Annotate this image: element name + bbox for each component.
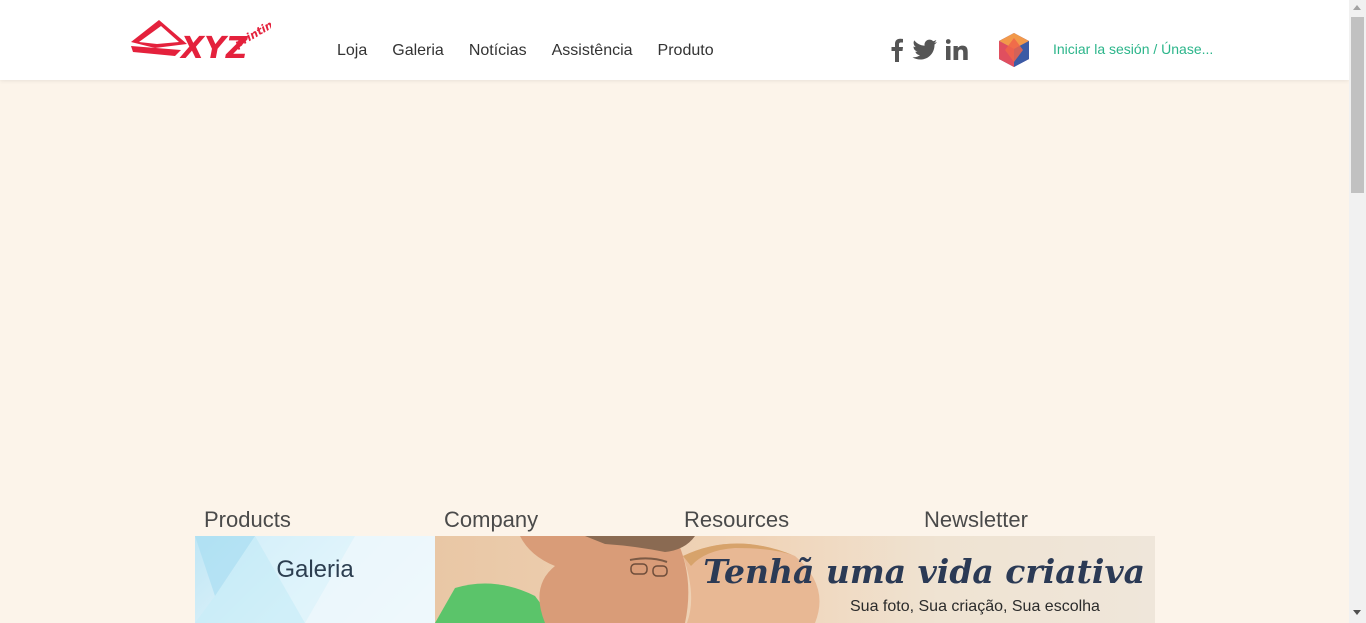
nav-item-noticias[interactable]: Notícias: [469, 42, 527, 60]
section-heading-resources: Resources: [684, 507, 790, 532]
twitter-icon[interactable]: [912, 38, 938, 62]
gallery-banner-title: Galeria: [276, 556, 354, 583]
nav-item-galeria[interactable]: Galeria: [392, 42, 444, 60]
scroll-down-arrow-icon[interactable]: [1353, 610, 1361, 615]
section-heading-newsletter: Newsletter: [924, 507, 1028, 532]
vertical-scrollbar[interactable]: [1349, 0, 1366, 623]
scroll-up-arrow-icon[interactable]: [1353, 5, 1361, 10]
section-heading-company: Company: [444, 507, 539, 532]
user-avatar-icon[interactable]: [996, 32, 1032, 68]
xyz-printing-logo[interactable]: XYZ printing: [129, 16, 271, 68]
section-heading-products: Products: [204, 507, 291, 532]
login-link[interactable]: Iniciar la sesión / Únase...: [1053, 41, 1213, 57]
linkedin-icon[interactable]: [946, 38, 968, 62]
nav-item-assistencia[interactable]: Assistência: [552, 42, 633, 60]
scroll-thumb[interactable]: [1351, 17, 1364, 193]
site-header: XYZ printing Loja Galeria Notícias Assis…: [0, 0, 1349, 80]
nav-item-produto[interactable]: Produto: [658, 42, 714, 60]
main-nav: Loja Galeria Notícias Assistência Produt…: [337, 42, 739, 60]
banner-subheadline: Sua foto, Sua criação, Sua escolha: [850, 598, 1100, 615]
banner-headline: Tenhã uma vida criativa: [703, 552, 1145, 591]
facebook-icon[interactable]: [890, 38, 904, 62]
social-links: [890, 38, 976, 62]
nav-item-loja[interactable]: Loja: [337, 42, 367, 60]
gallery-banner[interactable]: Galeria: [195, 536, 435, 623]
creative-life-banner[interactable]: Tenhã uma vida criativa Sua foto, Sua cr…: [435, 536, 1155, 623]
